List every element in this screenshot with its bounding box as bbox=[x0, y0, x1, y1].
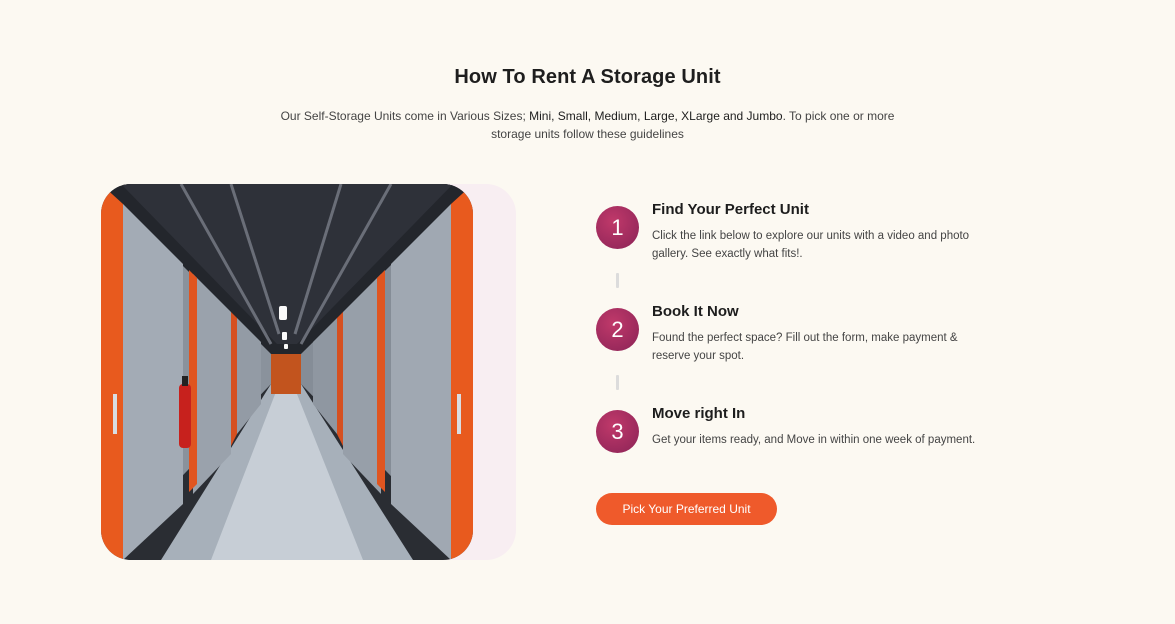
step-desc-1: Click the link below to explore our unit… bbox=[652, 230, 970, 260]
storage-corridor-illustration bbox=[101, 184, 473, 560]
step-connector bbox=[616, 375, 619, 390]
step-number-2: 2 bbox=[596, 308, 639, 351]
how-to-rent-section: How To Rent A Storage Unit Our Self-Stor… bbox=[0, 0, 1175, 624]
step-title-2: Book It Now bbox=[652, 303, 739, 320]
step-number-3: 3 bbox=[596, 410, 639, 453]
pick-unit-button[interactable]: Pick Your Preferred Unit bbox=[596, 493, 777, 525]
step-connector bbox=[616, 273, 619, 288]
storage-photo-frame bbox=[101, 184, 516, 560]
step-title-3: Move right In bbox=[652, 405, 746, 422]
step-2: 2 Book It Now Found the perfect space? F… bbox=[596, 300, 1016, 402]
step-title-1: Find Your Perfect Unit bbox=[652, 201, 809, 218]
step-3: 3 Move right In Get your items ready, an… bbox=[596, 402, 1016, 504]
section-title: How To Rent A Storage Unit bbox=[454, 66, 721, 88]
step-desc-3: Get your items ready, and Move in within… bbox=[652, 434, 976, 446]
section-subtitle: Our Self-Storage Units come in Various S… bbox=[272, 107, 903, 143]
rental-steps: 1 Find Your Perfect Unit Click the link … bbox=[596, 198, 1016, 504]
step-number-1: 1 bbox=[596, 206, 639, 249]
subtitle-intro: Our Self-Storage Units come in Various S… bbox=[280, 109, 530, 123]
step-desc-2: Found the perfect space? Fill out the fo… bbox=[652, 332, 958, 362]
step-1: 1 Find Your Perfect Unit Click the link … bbox=[596, 198, 1016, 300]
subtitle-sizes: Mini, Small, Medium, Large, XLarge and J… bbox=[529, 109, 783, 123]
storage-corridor-photo bbox=[101, 184, 473, 560]
